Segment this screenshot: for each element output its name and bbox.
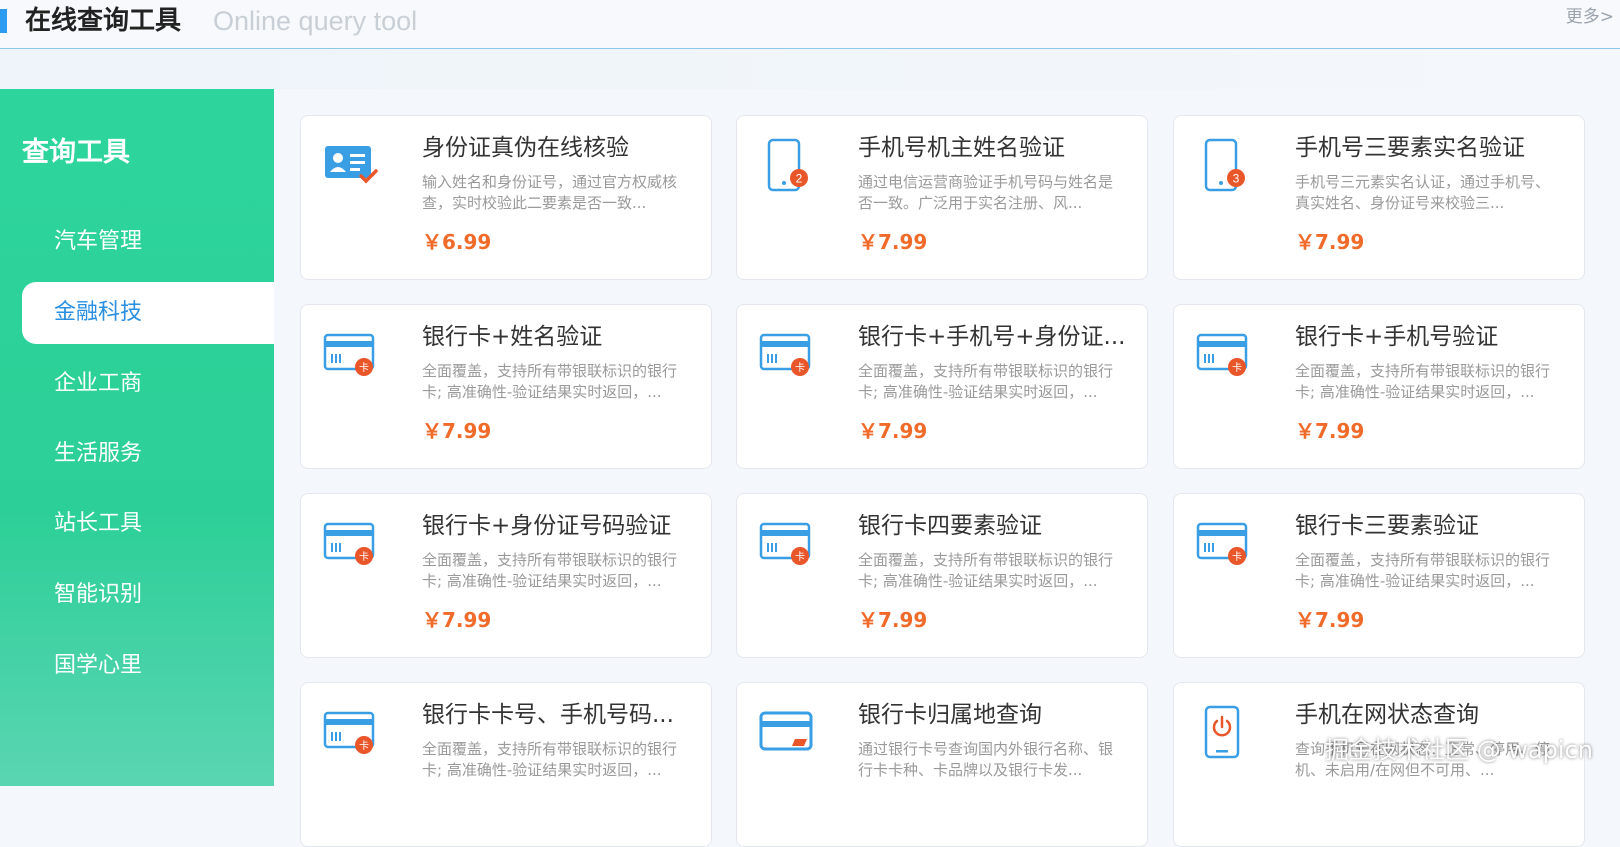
tool-card[interactable]: 卡 银行卡+姓名验证 全面覆盖，支持所有带银联标识的银行卡; 高准确性-验证结果… <box>300 304 712 469</box>
tool-card[interactable]: 身份证真伪在线核验 输入姓名和身份证号，通过官方权威核查，实时校验此二要素是否一… <box>300 115 712 280</box>
page-subtitle: Online query tool <box>213 6 418 36</box>
sidebar-item-business[interactable]: 企业工商 <box>22 353 274 415</box>
sidebar-item-fintech[interactable]: 金融科技 <box>22 282 274 344</box>
card-title: 银行卡+手机号验证 <box>1295 324 1499 350</box>
card-title: 银行卡+姓名验证 <box>422 324 603 350</box>
tool-card[interactable]: 卡 银行卡四要素验证 全面覆盖，支持所有带银联标识的银行卡; 高准确性-验证结果… <box>736 493 1148 658</box>
sidebar-item-guoxue[interactable]: 国学心里 <box>22 635 274 697</box>
tool-card[interactable]: 卡 银行卡+手机号+身份证... 全面覆盖，支持所有带银联标识的银行卡; 高准确… <box>736 304 1148 469</box>
sidebar-item-life[interactable]: 生活服务 <box>22 423 274 485</box>
card-description: 输入姓名和身份证号，通过官方权威核查，实时校验此二要素是否一致... <box>422 173 678 212</box>
card-description: 通过电信运营商验证手机号码与姓名是否一致。广泛用于实名注册、风... <box>858 173 1114 212</box>
card-price: ￥7.99 <box>1295 230 1365 254</box>
card-price: ￥7.99 <box>858 419 928 443</box>
card-title: 银行卡三要素验证 <box>1295 513 1479 539</box>
card-price: ￥7.99 <box>422 419 492 443</box>
badge-label: 卡 <box>1232 550 1242 563</box>
card-title: 身份证真伪在线核验 <box>422 135 629 161</box>
card-title: 银行卡归属地查询 <box>858 702 1042 728</box>
tool-card[interactable]: 银行卡归属地查询 通过银行卡号查询国内外银行名称、银行卡卡种、卡品牌以及银行卡发… <box>736 682 1148 847</box>
bank-card-icon: 卡 <box>759 522 811 565</box>
page-header: 在线查询工具 Online query tool 更多> <box>0 0 1620 49</box>
card-description: 手机号三元素实名认证，通过手机号、真实姓名、身份证号来校验三... <box>1295 173 1551 212</box>
card-price: ￥6.99 <box>422 230 492 254</box>
badge-label: 卡 <box>1232 361 1242 374</box>
card-price: ￥7.99 <box>422 608 492 632</box>
bank-card-icon: 卡 <box>323 522 375 565</box>
badge-label: 卡 <box>795 550 805 563</box>
bank-card-icon: 卡 <box>1196 333 1248 376</box>
badge-label: 卡 <box>359 739 369 752</box>
sidebar-item-auto[interactable]: 汽车管理 <box>22 211 274 273</box>
card-description: 全面覆盖，支持所有带银联标识的银行卡; 高准确性-验证结果实时返回，... <box>422 740 678 779</box>
card-title: 手机号三要素实名验证 <box>1295 135 1525 161</box>
card-description: 全面覆盖，支持所有带银联标识的银行卡; 高准确性-验证结果实时返回，... <box>1295 362 1551 401</box>
tool-card[interactable]: 卡 银行卡+身份证号码验证 全面覆盖，支持所有带银联标识的银行卡; 高准确性-验… <box>300 493 712 658</box>
card-description: 全面覆盖，支持所有带银联标识的银行卡; 高准确性-验证结果实时返回，... <box>1295 551 1551 590</box>
sidebar-item-recognition[interactable]: 智能识别 <box>22 564 274 626</box>
badge-label: 卡 <box>795 361 805 374</box>
card-title: 银行卡四要素验证 <box>858 513 1042 539</box>
card-title: 银行卡卡号、手机号码... <box>422 702 674 728</box>
tool-card[interactable]: 2 手机号机主姓名验证 通过电信运营商验证手机号码与姓名是否一致。广泛用于实名注… <box>736 115 1148 280</box>
tool-card[interactable]: 3 手机号三要素实名验证 手机号三元素实名认证，通过手机号、真实姓名、身份证号来… <box>1173 115 1585 280</box>
card-description: 全面覆盖，支持所有带银联标识的银行卡; 高准确性-验证结果实时返回，... <box>858 551 1114 590</box>
badge-number: 3 <box>1233 172 1240 186</box>
card-title: 银行卡+身份证号码验证 <box>422 513 672 539</box>
bank-card-icon: 卡 <box>1196 522 1248 565</box>
more-link[interactable]: 更多> <box>1566 4 1614 30</box>
sidebar-title: 查询工具 <box>22 137 130 168</box>
card-price: ￥7.99 <box>1295 608 1365 632</box>
card-price: ￥7.99 <box>858 230 928 254</box>
tool-card[interactable]: 卡 银行卡+手机号验证 全面覆盖，支持所有带银联标识的银行卡; 高准确性-验证结… <box>1173 304 1585 469</box>
card-description: 全面覆盖，支持所有带银联标识的银行卡; 高准确性-验证结果实时返回，... <box>422 362 678 401</box>
card-title: 银行卡+手机号+身份证... <box>858 324 1126 350</box>
bank-card-icon: 卡 <box>323 333 375 376</box>
badge-label: 卡 <box>359 550 369 563</box>
card-title: 手机号机主姓名验证 <box>858 135 1065 161</box>
bank-card-icon: 卡 <box>759 333 811 376</box>
phone-power-icon <box>1204 705 1240 759</box>
category-sidebar: 查询工具 汽车管理 金融科技 企业工商 生活服务 站长工具 智能识别 国学心里 <box>0 89 274 786</box>
id-card-icon <box>325 146 378 184</box>
phone-3-icon: 3 <box>1204 138 1245 192</box>
bank-card-icon: 卡 <box>323 711 375 754</box>
card-price: ￥7.99 <box>1295 419 1365 443</box>
page-title: 在线查询工具 <box>25 6 182 36</box>
watermark-text: 掘金技术社区 @ wapicn <box>1325 736 1593 764</box>
card-description: 全面覆盖，支持所有带银联标识的银行卡; 高准确性-验证结果实时返回，... <box>858 362 1114 401</box>
header-accent-bar <box>0 9 7 33</box>
card-price: ￥7.99 <box>858 608 928 632</box>
tool-card[interactable]: 卡 银行卡卡号、手机号码... 全面覆盖，支持所有带银联标识的银行卡; 高准确性… <box>300 682 712 847</box>
card-title: 手机在网状态查询 <box>1295 702 1479 728</box>
card-location-icon <box>759 711 813 751</box>
tool-card[interactable]: 卡 银行卡三要素验证 全面覆盖，支持所有带银联标识的银行卡; 高准确性-验证结果… <box>1173 493 1585 658</box>
card-description: 通过银行卡号查询国内外银行名称、银行卡卡种、卡品牌以及银行卡发... <box>858 740 1114 779</box>
sidebar-item-webmaster[interactable]: 站长工具 <box>22 493 274 555</box>
badge-number: 2 <box>796 172 803 186</box>
card-description: 全面覆盖，支持所有带银联标识的银行卡; 高准确性-验证结果实时返回，... <box>422 551 678 590</box>
header-band <box>0 49 1620 89</box>
badge-label: 卡 <box>359 361 369 374</box>
phone-2-icon: 2 <box>767 138 808 192</box>
